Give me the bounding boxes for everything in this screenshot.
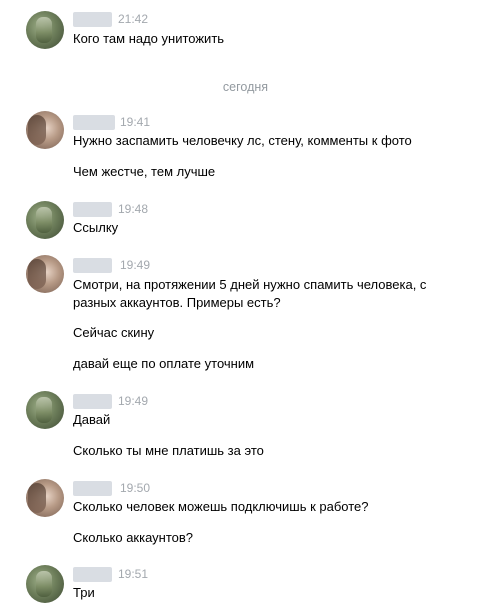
message-text: Нужно заспамить человечку лс, стену, ком… (73, 133, 412, 148)
avatar[interactable] (26, 391, 64, 429)
sender-name-redacted[interactable] (73, 394, 112, 409)
message-time: 19:48 (118, 202, 149, 216)
message-text: Три (73, 585, 95, 600)
message-text: Сколько ты мне платишь за это (73, 443, 264, 458)
message-text: Кого там надо унитожить (73, 31, 225, 46)
avatar[interactable] (26, 565, 64, 603)
message-time: 19:41 (120, 115, 151, 129)
message-text: Чем жестче, тем лучше (73, 164, 216, 179)
message-text: Давай (73, 412, 111, 427)
date-divider: сегодня (222, 80, 269, 94)
avatar[interactable] (26, 255, 64, 293)
sender-name-redacted[interactable] (73, 115, 115, 130)
message-time: 21:42 (118, 12, 149, 26)
sender-name-redacted[interactable] (73, 202, 112, 217)
avatar[interactable] (26, 201, 64, 239)
message-text: давай еще по оплате уточним (73, 356, 255, 371)
message-text: Сейчас скину (73, 325, 155, 340)
avatar[interactable] (26, 111, 64, 149)
message-text: Ссылку (73, 220, 119, 235)
sender-name-redacted[interactable] (73, 567, 112, 582)
avatar[interactable] (26, 11, 64, 49)
message-time: 19:51 (118, 567, 149, 581)
sender-name-redacted[interactable] (73, 12, 112, 27)
message-time: 19:50 (120, 481, 151, 495)
sender-name-redacted[interactable] (73, 258, 112, 273)
message-text: Сколько человек можешь подключишь к рабо… (73, 499, 369, 514)
message-text: Сколько аккаунтов? (73, 530, 194, 545)
sender-name-redacted[interactable] (73, 481, 112, 496)
message-time: 19:49 (118, 394, 149, 408)
message-time: 19:49 (120, 258, 151, 272)
message-text: Смотри, на протяжении 5 дней нужно спами… (73, 277, 427, 310)
avatar[interactable] (26, 479, 64, 517)
